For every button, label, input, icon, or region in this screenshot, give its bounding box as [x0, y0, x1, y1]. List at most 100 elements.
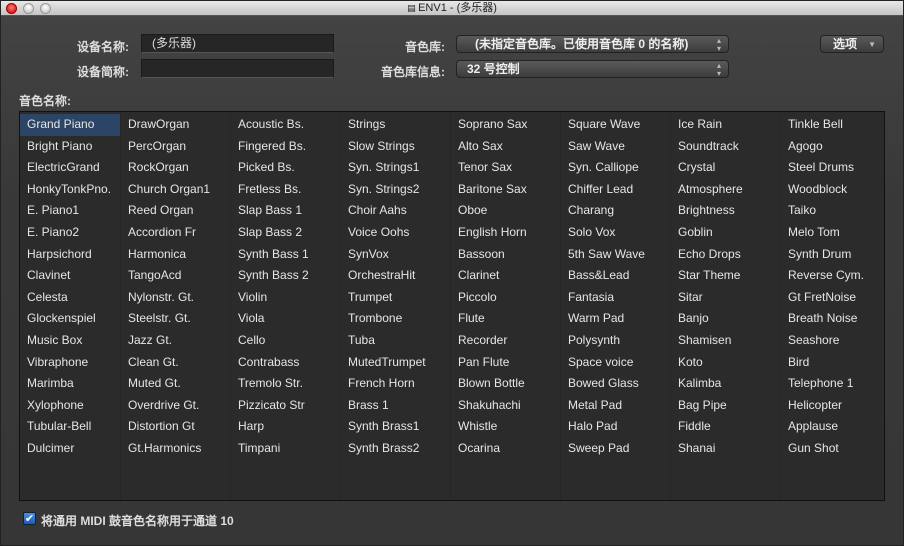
- patch-name-cell[interactable]: Brass 1: [341, 395, 450, 417]
- zoom-button[interactable]: [40, 3, 51, 14]
- patch-name-cell[interactable]: Bright Piano: [20, 136, 120, 158]
- patch-name-cell[interactable]: Crystal: [671, 157, 780, 179]
- patch-name-cell[interactable]: Fretless Bs.: [231, 179, 340, 201]
- patch-name-cell[interactable]: PercOrgan: [121, 136, 230, 158]
- patch-name-cell[interactable]: Tinkle Bell: [781, 114, 884, 136]
- patch-name-cell[interactable]: Taiko: [781, 200, 884, 222]
- patch-name-cell[interactable]: Clavinet: [20, 265, 120, 287]
- patch-name-cell[interactable]: Bird: [781, 352, 884, 374]
- patch-name-cell[interactable]: Reverse Cym.: [781, 265, 884, 287]
- patch-name-cell[interactable]: Bag Pipe: [671, 395, 780, 417]
- patch-name-cell[interactable]: Synth Bass 1: [231, 244, 340, 266]
- patch-name-cell[interactable]: Star Theme: [671, 265, 780, 287]
- patch-name-cell[interactable]: TangoAcd: [121, 265, 230, 287]
- patch-name-cell[interactable]: Contrabass: [231, 352, 340, 374]
- patch-name-cell[interactable]: E. Piano1: [20, 200, 120, 222]
- patch-name-cell[interactable]: Gun Shot: [781, 438, 884, 460]
- patch-name-cell[interactable]: Synth Bass 2: [231, 265, 340, 287]
- patch-name-cell[interactable]: Slap Bass 1: [231, 200, 340, 222]
- device-name-field[interactable]: (多乐器): [141, 34, 334, 53]
- patch-name-cell[interactable]: Dulcimer: [20, 438, 120, 460]
- patch-name-cell[interactable]: French Horn: [341, 373, 450, 395]
- patch-name-cell[interactable]: Synth Brass1: [341, 416, 450, 438]
- patch-name-cell[interactable]: Soundtrack: [671, 136, 780, 158]
- patch-name-cell[interactable]: Pan Flute: [451, 352, 560, 374]
- patch-name-cell[interactable]: Solo Vox: [561, 222, 670, 244]
- patch-name-cell[interactable]: Music Box: [20, 330, 120, 352]
- patch-name-cell[interactable]: Viola: [231, 308, 340, 330]
- patch-name-cell[interactable]: Whistle: [451, 416, 560, 438]
- patch-name-cell[interactable]: Harp: [231, 416, 340, 438]
- patch-name-cell[interactable]: Saw Wave: [561, 136, 670, 158]
- patch-name-cell[interactable]: Acoustic Bs.: [231, 114, 340, 136]
- patch-name-cell[interactable]: Nylonstr. Gt.: [121, 287, 230, 309]
- patch-name-cell[interactable]: Overdrive Gt.: [121, 395, 230, 417]
- patch-name-cell[interactable]: Charang: [561, 200, 670, 222]
- patch-name-cell[interactable]: RockOrgan: [121, 157, 230, 179]
- patch-name-cell[interactable]: Tenor Sax: [451, 157, 560, 179]
- patch-name-cell[interactable]: Tubular-Bell: [20, 416, 120, 438]
- patch-name-cell[interactable]: Syn. Strings1: [341, 157, 450, 179]
- patch-name-cell[interactable]: ElectricGrand: [20, 157, 120, 179]
- bank-popup[interactable]: (未指定音色库。已使用音色库 0 的名称) ▴ ▾: [456, 35, 729, 53]
- patch-name-cell[interactable]: Space voice: [561, 352, 670, 374]
- patch-name-cell[interactable]: Marimba: [20, 373, 120, 395]
- patch-name-cell[interactable]: Seashore: [781, 330, 884, 352]
- patch-name-cell[interactable]: Syn. Calliope: [561, 157, 670, 179]
- patch-name-cell[interactable]: Muted Gt.: [121, 373, 230, 395]
- patch-name-cell[interactable]: Telephone 1: [781, 373, 884, 395]
- close-button[interactable]: [6, 3, 17, 14]
- patch-name-cell[interactable]: Voice Oohs: [341, 222, 450, 244]
- patch-name-cell[interactable]: Synth Brass2: [341, 438, 450, 460]
- patch-name-cell[interactable]: Harpsichord: [20, 244, 120, 266]
- patch-name-cell[interactable]: Jazz Gt.: [121, 330, 230, 352]
- patch-name-cell[interactable]: Glockenspiel: [20, 308, 120, 330]
- patch-name-cell[interactable]: OrchestraHit: [341, 265, 450, 287]
- patch-name-cell[interactable]: Sitar: [671, 287, 780, 309]
- patch-name-cell[interactable]: Tremolo Str.: [231, 373, 340, 395]
- patch-name-cell[interactable]: Vibraphone: [20, 352, 120, 374]
- gm-drum-checkbox[interactable]: ✔: [23, 512, 36, 525]
- patch-name-cell[interactable]: Ice Rain: [671, 114, 780, 136]
- patch-name-cell[interactable]: Polysynth: [561, 330, 670, 352]
- patch-name-cell[interactable]: Slow Strings: [341, 136, 450, 158]
- patch-name-cell[interactable]: Oboe: [451, 200, 560, 222]
- patch-name-cell[interactable]: Celesta: [20, 287, 120, 309]
- patch-name-cell[interactable]: Soprano Sax: [451, 114, 560, 136]
- patch-name-cell[interactable]: Agogo: [781, 136, 884, 158]
- bank-info-popup[interactable]: 32 号控制 ▴ ▾: [456, 60, 729, 78]
- minimize-button[interactable]: [23, 3, 34, 14]
- device-short-name-field[interactable]: [141, 59, 334, 78]
- patch-name-cell[interactable]: Fantasia: [561, 287, 670, 309]
- patch-name-cell[interactable]: Square Wave: [561, 114, 670, 136]
- patch-name-cell[interactable]: MutedTrumpet: [341, 352, 450, 374]
- patch-name-cell[interactable]: Shakuhachi: [451, 395, 560, 417]
- patch-name-cell[interactable]: Harmonica: [121, 244, 230, 266]
- patch-name-cell[interactable]: Steelstr. Gt.: [121, 308, 230, 330]
- patch-name-cell[interactable]: Banjo: [671, 308, 780, 330]
- patch-name-cell[interactable]: Tuba: [341, 330, 450, 352]
- patch-name-cell[interactable]: Fiddle: [671, 416, 780, 438]
- patch-name-cell[interactable]: English Horn: [451, 222, 560, 244]
- patch-name-cell[interactable]: Grand Piano: [20, 114, 120, 136]
- patch-name-cell[interactable]: Church Organ1: [121, 179, 230, 201]
- patch-name-cell[interactable]: Picked Bs.: [231, 157, 340, 179]
- patch-name-cell[interactable]: Ocarina: [451, 438, 560, 460]
- patch-name-cell[interactable]: Pizzicato Str: [231, 395, 340, 417]
- patch-name-cell[interactable]: Distortion Gt: [121, 416, 230, 438]
- patch-name-cell[interactable]: Chiffer Lead: [561, 179, 670, 201]
- patch-name-cell[interactable]: Alto Sax: [451, 136, 560, 158]
- patch-name-cell[interactable]: Slap Bass 2: [231, 222, 340, 244]
- patch-name-cell[interactable]: Bowed Glass: [561, 373, 670, 395]
- patch-name-cell[interactable]: Bass&Lead: [561, 265, 670, 287]
- patch-name-cell[interactable]: Breath Noise: [781, 308, 884, 330]
- patch-name-cell[interactable]: Reed Organ: [121, 200, 230, 222]
- patch-name-cell[interactable]: Gt.Harmonics: [121, 438, 230, 460]
- patch-name-cell[interactable]: Strings: [341, 114, 450, 136]
- patch-name-cell[interactable]: Brightness: [671, 200, 780, 222]
- patch-name-cell[interactable]: Recorder: [451, 330, 560, 352]
- patch-name-cell[interactable]: Timpani: [231, 438, 340, 460]
- patch-name-cell[interactable]: Warm Pad: [561, 308, 670, 330]
- patch-name-cell[interactable]: Steel Drums: [781, 157, 884, 179]
- patch-name-cell[interactable]: Blown Bottle: [451, 373, 560, 395]
